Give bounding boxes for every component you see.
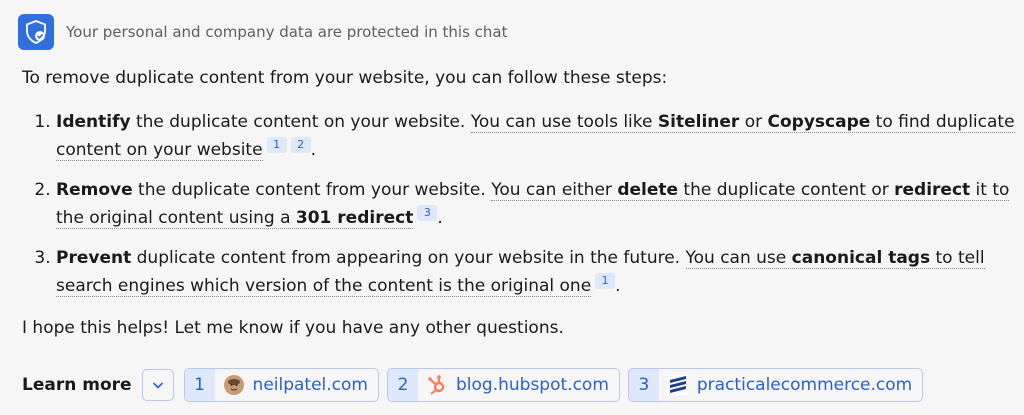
- citation-link[interactable]: 1: [266, 137, 287, 154]
- shield-check-icon: [18, 14, 54, 50]
- avatar-icon: [223, 374, 245, 396]
- source-number: 3: [628, 369, 659, 401]
- source-number: 2: [388, 369, 418, 401]
- expand-sources-button[interactable]: [141, 369, 174, 401]
- citation-link[interactable]: 3: [417, 205, 438, 222]
- step-item: Prevent duplicate content from appearing…: [56, 244, 1024, 300]
- source-link-practicalecommerce[interactable]: 3 practicalecommerce.com: [627, 368, 924, 402]
- step-keyword: Prevent: [56, 248, 132, 268]
- practical-ecommerce-icon: [667, 374, 689, 396]
- privacy-banner: Your personal and company data are prote…: [18, 14, 508, 50]
- source-number: 1: [184, 369, 215, 401]
- learn-more-label: Learn more: [22, 375, 132, 395]
- intro-text: To remove duplicate content from your we…: [22, 68, 668, 88]
- hubspot-icon: [426, 374, 448, 396]
- source-name: neilpatel.com: [252, 375, 368, 395]
- chevron-down-icon: [152, 382, 163, 389]
- source-name: blog.hubspot.com: [456, 375, 609, 395]
- source-link-hubspot[interactable]: 2 blog.hubspot.com: [387, 368, 620, 402]
- step-item: Remove the duplicate content from your w…: [56, 176, 1024, 232]
- learn-more-bar: Learn more 1 neilpatel.com 2 blog.hubspo…: [22, 368, 931, 402]
- step-item: Identify the duplicate content on your w…: [56, 108, 1024, 164]
- step-keyword: Identify: [56, 112, 131, 132]
- source-name: practicalecommerce.com: [696, 375, 913, 395]
- closing-text: I hope this helps! Let me know if you ha…: [22, 318, 564, 338]
- citation-link[interactable]: 2: [290, 137, 311, 154]
- steps-list: Identify the duplicate content on your w…: [22, 108, 1024, 312]
- source-link-neilpatel[interactable]: 1 neilpatel.com: [183, 368, 379, 402]
- citation-link[interactable]: 1: [595, 273, 616, 290]
- step-keyword: Remove: [56, 180, 133, 200]
- privacy-notice-text: Your personal and company data are prote…: [66, 23, 508, 41]
